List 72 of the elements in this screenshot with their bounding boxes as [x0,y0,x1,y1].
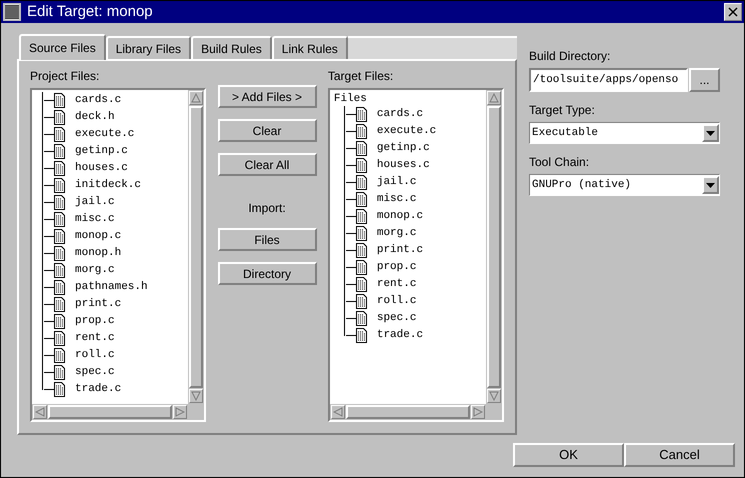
dropdown-arrow-icon [706,130,715,136]
file-name[interactable]: deck.h [75,109,115,126]
file-name[interactable]: roll.c [376,293,416,310]
list-label: Target Files: [328,68,394,85]
file-name[interactable]: morg.c [376,225,416,242]
scroll-left-icon[interactable] [330,405,345,419]
dropdown-arrow-icon [706,182,715,188]
horizontal-scrollbar[interactable] [330,404,486,420]
file-name[interactable]: morg.c [75,262,115,279]
menu-icon[interactable] [3,3,21,21]
vertical-scrollbar[interactable] [486,90,502,404]
list-label: Project Files: [30,68,100,85]
close-button[interactable] [724,3,742,21]
action-button[interactable]: Clear All [218,153,316,176]
file-name[interactable]: initdeck.c [75,177,142,194]
file-name[interactable]: monop.c [75,228,122,245]
import-button[interactable]: Files [218,228,316,251]
window-title: Edit Target: monop [27,2,153,22]
file-name[interactable]: execute.c [376,123,436,140]
file-name[interactable]: monop.h [75,245,122,262]
close-icon [728,7,738,17]
horizontal-scrollbar[interactable] [32,404,188,420]
file-name[interactable]: jail.c [376,174,416,191]
action-button[interactable]: > Add Files > [218,85,316,108]
tab[interactable]: Library Files [106,36,192,59]
dropdown[interactable]: GNUPro (native) [529,174,720,196]
scroll-up-icon[interactable] [487,91,501,105]
scroll-down-icon[interactable] [487,389,501,403]
file-name[interactable]: spec.c [376,310,416,327]
file-name[interactable]: getinp.c [75,143,128,160]
file-name[interactable]: prop.c [75,313,115,330]
file-name[interactable]: roll.c [75,347,115,364]
import-button[interactable]: Directory [218,262,316,285]
scroll-left-icon[interactable] [33,405,47,419]
file-name[interactable]: houses.c [376,157,430,174]
file-name[interactable]: jail.c [75,194,115,211]
input-field[interactable]: /toolsuite/apps/openso [529,68,688,92]
file-name[interactable]: print.c [376,242,424,259]
scroll-up-icon[interactable] [189,91,204,105]
file-name[interactable]: cards.c [376,106,424,123]
tab[interactable]: Link Rules [272,36,348,59]
file-name[interactable]: pathnames.h [75,279,148,296]
file-name[interactable]: misc.c [376,191,416,208]
file-name[interactable]: spec.c [75,364,115,381]
folder-name[interactable]: Files [334,92,486,106]
field-label: Build Directory: [529,48,612,65]
action-button[interactable]: Clear [218,119,316,142]
dropdown[interactable]: Executable [529,122,720,144]
file-name[interactable]: cards.c [75,92,122,109]
dialog-button[interactable]: OK [513,443,624,467]
file-name[interactable]: execute.c [75,126,134,143]
browse-button[interactable]: ... [689,68,720,92]
tab[interactable]: Source Files [19,34,106,60]
file-name[interactable]: misc.c [75,211,115,228]
field-label: Tool Chain: [529,154,590,171]
file-name[interactable]: trade.c [75,381,122,398]
dialog-button[interactable]: Cancel [624,443,735,467]
file-name[interactable]: prop.c [376,259,416,276]
file-name[interactable]: print.c [75,296,122,313]
scroll-down-icon[interactable] [189,389,204,403]
scroll-right-icon[interactable] [173,405,188,419]
file-name[interactable]: trade.c [376,327,424,344]
scroll-right-icon[interactable] [471,405,485,419]
field-label: Target Type: [529,102,596,119]
file-name[interactable]: rent.c [376,276,416,293]
file-name[interactable]: monop.c [376,208,424,225]
import-label: Import: [248,200,286,217]
vertical-scrollbar[interactable] [188,90,204,404]
file-name[interactable]: getinp.c [376,140,430,157]
file-name[interactable]: houses.c [75,160,128,177]
tab[interactable]: Build Rules [191,36,272,59]
file-name[interactable]: rent.c [75,330,115,347]
